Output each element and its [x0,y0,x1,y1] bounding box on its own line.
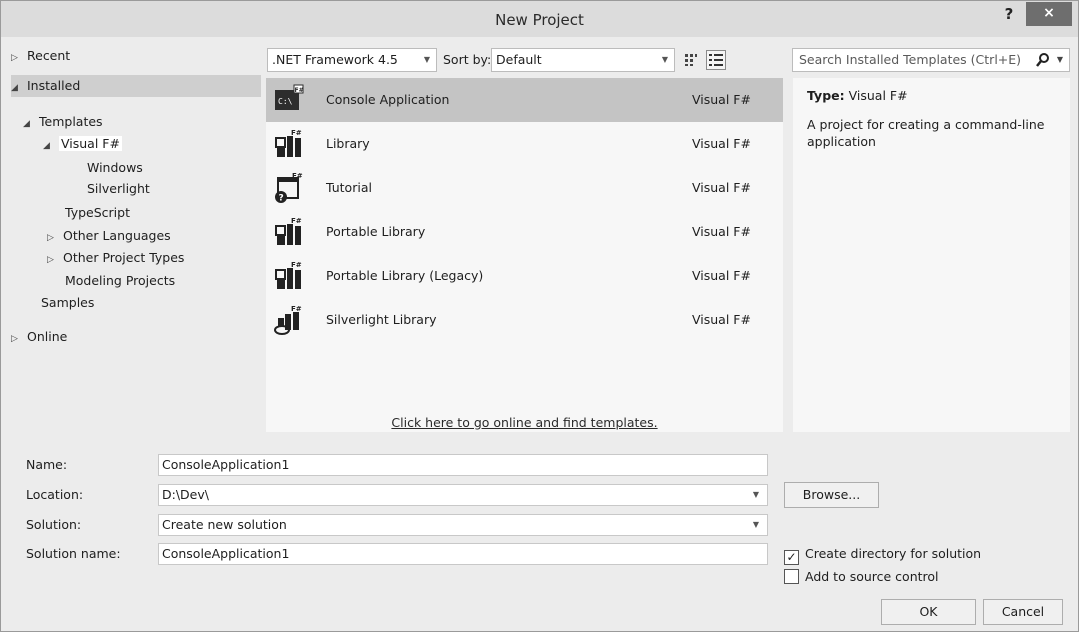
svg-text:?: ? [279,194,284,204]
cancel-button[interactable]: Cancel [983,599,1063,625]
ok-button[interactable]: OK [881,599,976,625]
small-icons-view-button[interactable] [681,50,701,70]
svg-text:F#: F# [295,87,304,94]
svg-text:F#: F# [292,172,303,180]
source-control-option[interactable]: Add to source control [784,567,939,587]
template-description: A project for creating a command-line ap… [807,117,1045,149]
chevron-down-icon[interactable]: ▼ [753,485,759,505]
solution-label: Solution: [26,517,82,532]
chevron-down-icon: ▼ [423,55,430,64]
tree-item-windows[interactable]: Windows [87,157,143,179]
tree-item-online[interactable]: ▷ Online [11,326,67,348]
solution-select[interactable]: Create new solution ▼ [158,514,768,536]
tree-item-modeling-projects[interactable]: Modeling Projects [65,270,175,292]
collapse-arrow-icon[interactable]: ◢ [43,135,59,157]
collapse-arrow-icon[interactable]: ◢ [23,113,39,135]
search-templates-input[interactable]: Search Installed Templates (Ctrl+E) ▼ [792,48,1070,72]
svg-text:F#: F# [291,129,302,137]
template-details-pane: Type: Visual F# A project for creating a… [793,78,1070,432]
tree-item-silverlight[interactable]: Silverlight [87,178,150,200]
svg-text:F#: F# [291,217,302,225]
list-view-button[interactable] [706,50,726,70]
tree-item-templates[interactable]: ◢ Templates [23,111,103,133]
expand-arrow-icon[interactable]: ▷ [11,47,27,69]
portable-library-legacy-icon: F# [275,261,302,289]
sort-select[interactable]: Default ▼ [491,48,675,72]
new-project-dialog: New Project ? × ▷ Recent ◢ Installed ◢ Temp… [0,0,1079,632]
library-icon: F# [275,129,302,157]
chevron-down-icon[interactable]: ▼ [1057,55,1063,64]
chevron-down-icon[interactable]: ▼ [753,515,759,535]
tree-item-other-project-types[interactable]: ▷ Other Project Types [47,247,184,269]
search-icon[interactable] [1035,52,1051,68]
template-list: C:\ F# Console Application Visual F# F# … [266,78,783,432]
small-icons-view-icon [685,54,697,66]
template-item-tutorial[interactable]: ? F# Tutorial Visual F# [266,166,783,210]
find-online-templates-link[interactable]: Click here to go online and find templat… [266,415,783,430]
template-item-console-application[interactable]: C:\ F# Console Application Visual F# [266,78,783,122]
template-type: Type: Visual F# [807,88,908,103]
collapse-arrow-icon[interactable]: ◢ [11,77,27,99]
search-placeholder: Search Installed Templates (Ctrl+E) [799,52,1022,67]
tree-item-recent[interactable]: ▷ Recent [11,45,261,67]
dialog-title: New Project [495,11,584,29]
template-item-library[interactable]: F# Library Visual F# [266,122,783,166]
title-bar: New Project ? × [1,1,1078,37]
silverlight-library-icon: F# [274,305,302,335]
expand-arrow-icon[interactable]: ▷ [47,249,63,271]
solution-name-label: Solution name: [26,546,121,561]
help-button[interactable]: ? [996,3,1022,27]
template-toolbar: .NET Framework 4.5 ▼ Sort by: Default ▼ [267,48,783,72]
sort-by-label: Sort by: [443,52,492,67]
project-name-field[interactable]: ConsoleApplication1 [158,454,768,476]
location-label: Location: [26,487,84,502]
tutorial-icon: ? F# [275,172,303,204]
solution-name-field[interactable]: ConsoleApplication1 [158,543,768,565]
template-item-portable-library[interactable]: F# Portable Library Visual F# [266,210,783,254]
template-item-silverlight-library[interactable]: F# Silverlight Library Visual F# [266,298,783,342]
template-item-portable-library-legacy[interactable]: F# Portable Library (Legacy) Visual F# [266,254,783,298]
tree-item-other-languages[interactable]: ▷ Other Languages [47,225,171,247]
name-label: Name: [26,457,68,472]
tree-item-samples[interactable]: Samples [41,292,94,314]
create-directory-checkbox[interactable]: ✓ [784,550,799,565]
create-directory-option[interactable]: ✓ Create directory for solution [784,544,981,565]
portable-library-icon: F# [275,217,302,245]
tree-item-typescript[interactable]: TypeScript [65,202,130,224]
close-button[interactable]: × [1026,2,1072,26]
console-app-icon: C:\ F# [275,84,304,110]
svg-text:C:\: C:\ [278,97,293,106]
svg-text:F#: F# [291,305,302,313]
list-view-icon [709,54,723,66]
chevron-down-icon: ▼ [661,55,668,64]
browse-button[interactable]: Browse... [784,482,879,508]
location-field[interactable]: D:\Dev\ ▼ [158,484,768,506]
source-control-checkbox[interactable] [784,569,799,584]
expand-arrow-icon[interactable]: ▷ [47,227,63,249]
tree-item-installed[interactable]: ◢ Installed [11,75,261,97]
expand-arrow-icon[interactable]: ▷ [11,328,27,350]
template-category-tree: ▷ Recent ◢ Installed ◢ Templates ◢ Visual F#… [11,41,261,431]
framework-select[interactable]: .NET Framework 4.5 ▼ [267,48,437,72]
svg-text:F#: F# [291,261,302,269]
tree-item-visual-fsharp[interactable]: ◢ Visual F# [43,133,122,155]
